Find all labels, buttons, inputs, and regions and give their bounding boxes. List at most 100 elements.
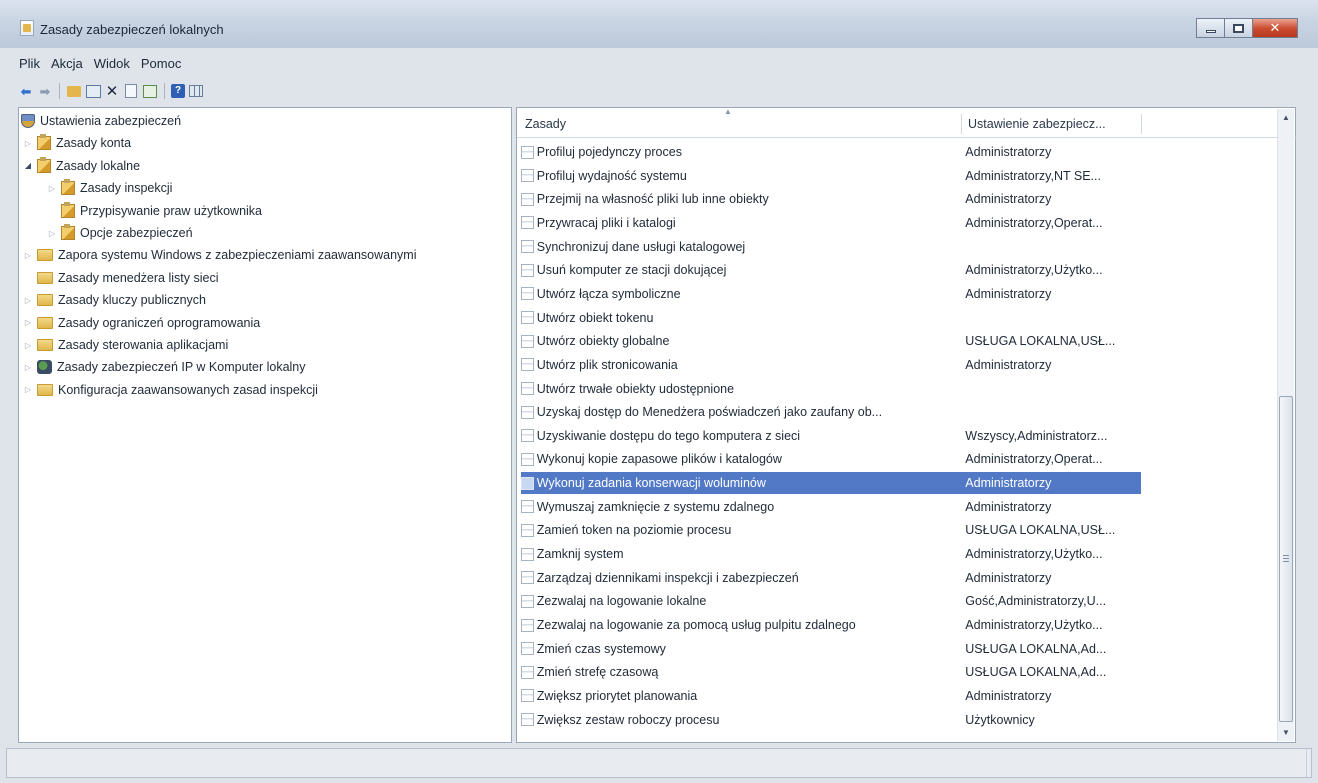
policy-folder-icon bbox=[61, 224, 75, 240]
table-row[interactable]: Zmień strefę czasową USŁUGA LOKALNA,Ad... bbox=[521, 661, 1141, 683]
policy-setting: Administratorzy,NT SE... bbox=[965, 168, 1101, 183]
tree-item[interactable]: ▷ Zasady kluczy publicznych bbox=[23, 289, 206, 311]
folder-icon bbox=[37, 383, 53, 396]
table-row[interactable]: Utwórz łącza symboliczne Administratorzy bbox=[521, 283, 1141, 305]
menu-bar: Plik Akcja Widok Pomoc bbox=[18, 56, 182, 76]
tree-item[interactable]: ▷ Opcje zabezpieczeń bbox=[47, 222, 193, 244]
tree-item-label: Opcje zabezpieczeń bbox=[80, 226, 193, 240]
scroll-up-icon[interactable]: ▲ bbox=[1278, 109, 1294, 126]
table-row[interactable]: Zwiększ zestaw roboczy procesu Użytkownic… bbox=[521, 709, 1141, 731]
expand-arrow-icon[interactable]: ▷ bbox=[47, 184, 57, 193]
table-row[interactable]: Profiluj wydajność systemu Administratorz… bbox=[521, 165, 1141, 187]
table-row[interactable]: Przejmij na własność pliki lub inne obie… bbox=[521, 188, 1141, 210]
table-row[interactable]: Synchronizuj dane usługi katalogowej bbox=[521, 236, 1141, 258]
menu-help[interactable]: Pomoc bbox=[140, 56, 182, 76]
table-row[interactable]: Zarządzaj dziennikami inspekcji i zabezp… bbox=[521, 567, 1141, 589]
table-row[interactable]: Zamień token na poziomie procesu USŁUGA L… bbox=[521, 519, 1141, 541]
vertical-scrollbar[interactable]: ▲ ▼ bbox=[1277, 109, 1294, 741]
table-row[interactable]: Zamknij system Administratorzy,Użytko... bbox=[521, 543, 1141, 565]
scroll-thumb[interactable] bbox=[1279, 396, 1293, 722]
collapse-arrow-icon[interactable]: ◢ bbox=[23, 161, 33, 170]
tree-item-label: Zasady kluczy publicznych bbox=[58, 293, 206, 308]
column-header-setting[interactable]: Ustawienie zabezpiecz... bbox=[968, 117, 1106, 131]
export-list-icon[interactable] bbox=[142, 83, 158, 99]
app-icon bbox=[20, 20, 34, 36]
policy-item-icon bbox=[521, 713, 534, 727]
table-row[interactable]: Wykonuj kopie zapasowe plików i katalogó… bbox=[521, 448, 1141, 470]
expand-arrow-icon[interactable]: ▷ bbox=[23, 139, 33, 148]
expand-arrow-icon[interactable]: ▷ bbox=[23, 385, 33, 394]
tree-item[interactable]: ▷ Zasady inspekcji bbox=[47, 177, 172, 199]
policy-item-icon bbox=[521, 169, 534, 183]
column-header-policy[interactable]: Zasady bbox=[525, 117, 566, 131]
table-row[interactable]: Usuń komputer ze stacji dokującej Adminis… bbox=[521, 259, 1141, 281]
policy-item-icon bbox=[521, 311, 534, 325]
policy-item-icon bbox=[521, 523, 534, 537]
tree-item[interactable]: ▷ Zasady ograniczeń oprogramowania bbox=[23, 312, 260, 334]
policy-name: Zarządzaj dziennikami inspekcji i zabezp… bbox=[536, 570, 799, 585]
scroll-down-icon[interactable]: ▼ bbox=[1278, 724, 1294, 741]
forward-icon[interactable]: ➡ bbox=[37, 83, 53, 99]
table-row[interactable]: Utwórz trwałe obiekty udostępnione bbox=[521, 378, 1141, 400]
expand-arrow-icon[interactable]: ▷ bbox=[23, 341, 33, 350]
show-hide-tree-icon[interactable] bbox=[85, 83, 101, 99]
menu-action[interactable]: Akcja bbox=[50, 56, 84, 76]
tree-item[interactable]: ◢ Zasady lokalne bbox=[23, 155, 140, 177]
minimize-button[interactable] bbox=[1196, 18, 1224, 38]
help-icon[interactable]: ? bbox=[171, 84, 185, 98]
table-row[interactable]: Zezwalaj na logowanie za pomocą usług pu… bbox=[521, 614, 1141, 636]
maximize-button[interactable] bbox=[1224, 18, 1252, 38]
back-icon[interactable]: ⬅ bbox=[18, 83, 34, 99]
tree-item-label: Zapora systemu Windows z zabezpieczeniam… bbox=[58, 248, 417, 263]
view-grid-icon[interactable] bbox=[188, 83, 204, 99]
expand-arrow-icon[interactable]: ▷ bbox=[23, 318, 33, 327]
tree-item[interactable]: ▷ Zasady sterowania aplikacjami bbox=[23, 334, 228, 356]
table-row[interactable]: Zmień czas systemowy USŁUGA LOKALNA,Ad... bbox=[521, 638, 1141, 660]
tree-item[interactable]: Zasady menedżera listy sieci bbox=[23, 267, 218, 289]
policy-setting: Administratorzy,Użytko... bbox=[965, 547, 1103, 562]
tree-item[interactable]: ▷ Konfiguracja zaawansowanych zasad inspe… bbox=[23, 379, 318, 401]
policy-setting: Administratorzy bbox=[965, 286, 1052, 301]
menu-file[interactable]: Plik bbox=[18, 56, 41, 76]
table-row[interactable]: Uzyskiwanie dostępu do tego komputera z … bbox=[521, 425, 1141, 447]
policy-item-icon bbox=[521, 689, 534, 703]
policy-setting: Administratorzy bbox=[965, 499, 1052, 514]
table-row[interactable]: Zwiększ priorytet planowania Administrato… bbox=[521, 685, 1141, 707]
table-row[interactable]: Profiluj pojedynczy proces Administratorz… bbox=[521, 141, 1141, 163]
table-row[interactable]: Utwórz obiekty globalne USŁUGA LOKALNA,US… bbox=[521, 330, 1141, 352]
expand-arrow-icon[interactable]: ▷ bbox=[47, 229, 57, 238]
folder-up-icon[interactable] bbox=[66, 83, 82, 99]
policy-item-icon bbox=[521, 216, 534, 230]
close-button[interactable]: ✕ bbox=[1252, 18, 1298, 38]
policy-setting: Administratorzy bbox=[965, 570, 1052, 585]
expand-arrow-icon[interactable]: ▷ bbox=[23, 251, 33, 260]
column-divider[interactable] bbox=[1141, 114, 1142, 134]
tree-item[interactable]: ▷ Zasady konta bbox=[23, 132, 131, 154]
policy-name: Uzyskiwanie dostępu do tego komputera z … bbox=[536, 428, 801, 443]
folder-icon bbox=[37, 316, 53, 329]
tree-item[interactable]: Przypisywanie praw użytkownika bbox=[47, 200, 262, 222]
table-row[interactable]: Wymuszaj zamknięcie z systemu zdalnego Ad… bbox=[521, 496, 1141, 518]
tree-item-label: Zasady menedżera listy sieci bbox=[58, 270, 219, 285]
properties-icon[interactable] bbox=[123, 83, 139, 99]
delete-icon[interactable]: ✕ bbox=[104, 83, 120, 99]
table-row[interactable]: Zezwalaj na logowanie lokalne Gość,Admini… bbox=[521, 590, 1141, 612]
tree-item[interactable]: ▷ Zapora systemu Windows z zabezpieczenia… bbox=[23, 244, 417, 266]
minimize-icon bbox=[1205, 29, 1216, 33]
table-row-selected[interactable]: Wykonuj zadania konserwacji woluminów Adm… bbox=[521, 472, 1141, 495]
expand-arrow-icon[interactable]: ▷ bbox=[23, 363, 33, 372]
policy-item-icon bbox=[521, 240, 534, 254]
policy-name: Profiluj pojedynczy proces bbox=[536, 145, 682, 159]
policy-setting: Administratorzy bbox=[965, 688, 1052, 703]
menu-view[interactable]: Widok bbox=[93, 56, 131, 76]
table-row[interactable]: Utwórz obiekt tokenu bbox=[521, 307, 1141, 329]
table-row[interactable]: Przywracaj pliki i katalogi Administrator… bbox=[521, 212, 1141, 234]
expand-arrow-icon[interactable]: ▷ bbox=[23, 296, 33, 305]
tree-item[interactable]: Ustawienia zabezpieczeń bbox=[21, 110, 181, 132]
column-divider[interactable] bbox=[961, 114, 962, 134]
title-bar[interactable]: Zasady zabezpieczeń lokalnych ✕ bbox=[0, 0, 1318, 48]
policy-name: Zmień czas systemowy bbox=[536, 641, 666, 656]
table-row[interactable]: Utwórz plik stronicowania Administratorzy bbox=[521, 354, 1141, 376]
tree-item[interactable]: ▷ Zasady zabezpieczeń IP w Komputer lokal… bbox=[23, 356, 306, 378]
table-row[interactable]: Uzyskaj dostęp do Menedżera poświadczeń … bbox=[521, 401, 1141, 423]
